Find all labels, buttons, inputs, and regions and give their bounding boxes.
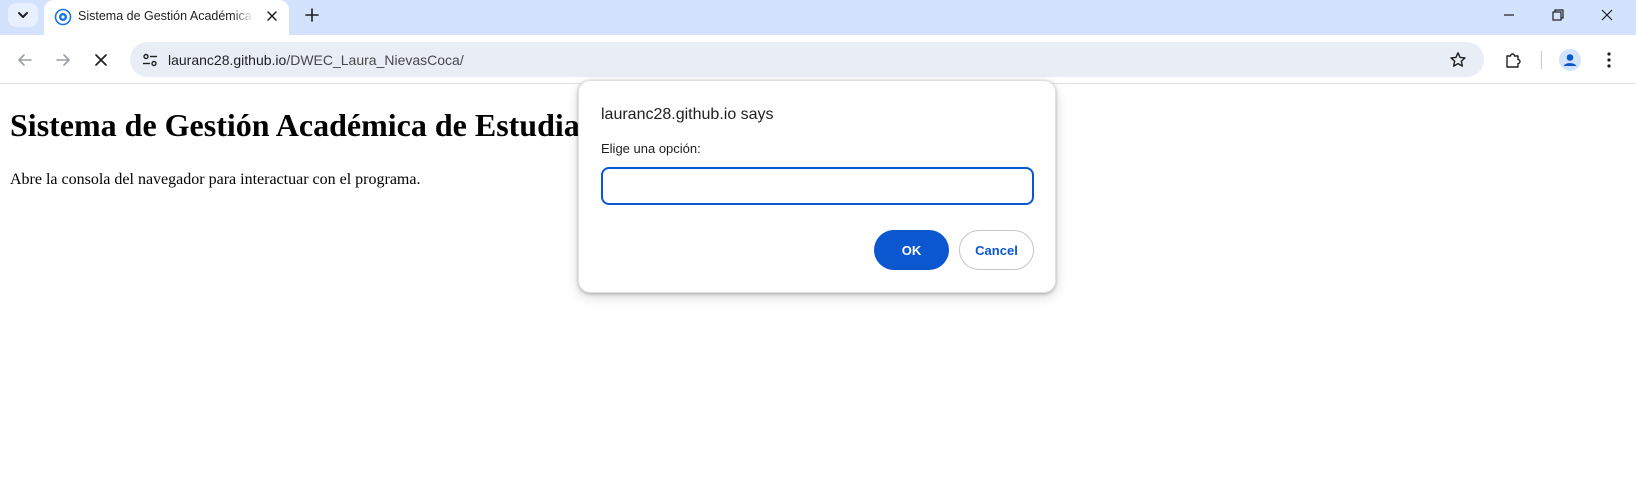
bookmark-button[interactable] bbox=[1446, 48, 1470, 72]
dialog-title: lauranc28.github.io says bbox=[601, 106, 774, 123]
stop-loading-button[interactable] bbox=[86, 45, 116, 75]
page-title: Sistema de Gestión Académica de Estudian… bbox=[10, 107, 635, 143]
arrow-right-icon bbox=[56, 54, 70, 66]
prompt-input[interactable] bbox=[601, 167, 1034, 205]
star-icon bbox=[1450, 52, 1466, 67]
new-tab-button[interactable] bbox=[301, 4, 323, 26]
puzzle-icon bbox=[1506, 53, 1521, 68]
close-icon bbox=[95, 54, 107, 66]
chevron-down-icon bbox=[18, 12, 28, 18]
url-path: /DWEC_Laura_NievasCoca/ bbox=[286, 52, 464, 68]
tab-search-button[interactable] bbox=[8, 3, 38, 27]
dialog-message: Elige una opción: bbox=[601, 141, 701, 156]
browser-tab-active[interactable]: Sistema de Gestión Académica de Estudian… bbox=[44, 0, 289, 35]
toolbar-divider bbox=[1541, 51, 1542, 69]
restore-button[interactable] bbox=[1535, 2, 1581, 28]
page-instruction: Abre la consola del navegador para inter… bbox=[10, 171, 421, 188]
avatar-icon bbox=[1559, 49, 1581, 71]
url-host: lauranc28.github.io bbox=[168, 52, 287, 68]
tab-close-button[interactable] bbox=[262, 6, 282, 26]
browser-toolbar: lauranc28.github.io/DWEC_Laura_NievasCoc… bbox=[0, 35, 1636, 84]
tab-strip: Sistema de Gestión Académica de Estudian… bbox=[0, 0, 1636, 35]
forward-button[interactable] bbox=[48, 45, 78, 75]
extensions-button[interactable] bbox=[1498, 45, 1528, 75]
minimize-icon bbox=[1504, 14, 1514, 16]
close-icon bbox=[267, 11, 277, 21]
close-icon bbox=[1601, 9, 1613, 21]
window-close-button[interactable] bbox=[1584, 2, 1630, 28]
back-button[interactable] bbox=[10, 45, 40, 75]
arrow-left-icon bbox=[18, 54, 32, 66]
more-vert-icon bbox=[1607, 52, 1611, 68]
menu-button[interactable] bbox=[1594, 45, 1624, 75]
url-text[interactable]: lauranc28.github.io/DWEC_Laura_NievasCoc… bbox=[168, 52, 464, 68]
site-info-button[interactable] bbox=[138, 48, 162, 72]
address-bar[interactable]: lauranc28.github.io/DWEC_Laura_NievasCoc… bbox=[130, 42, 1484, 77]
restore-icon bbox=[1552, 9, 1564, 21]
cancel-button[interactable]: Cancel bbox=[959, 230, 1034, 270]
globe-icon bbox=[54, 8, 72, 26]
tab-title: Sistema de Gestión Académica de Estudian… bbox=[78, 9, 254, 23]
prompt-dialog: lauranc28.github.io says Elige una opció… bbox=[578, 80, 1056, 293]
profile-button[interactable] bbox=[1555, 45, 1585, 75]
minimize-button[interactable] bbox=[1486, 2, 1532, 28]
ok-button[interactable]: OK bbox=[874, 230, 949, 270]
plus-icon bbox=[305, 8, 319, 22]
tune-icon bbox=[143, 53, 157, 67]
